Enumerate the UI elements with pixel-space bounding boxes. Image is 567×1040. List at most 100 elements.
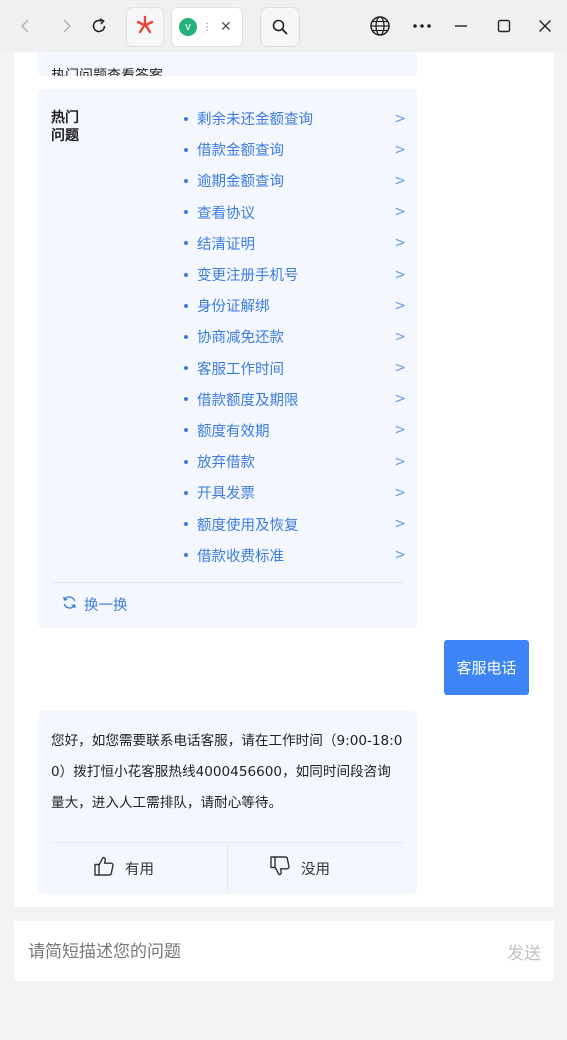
hot-questions-card: 热门问题 剩余未还金额查询 > 借款金额查询 > 逾期金额查询 > 查看协议 > 结清证明 > 变更… bbox=[38, 89, 417, 628]
thumbs-up-icon bbox=[93, 855, 125, 881]
composer-bar: 发送 bbox=[14, 921, 554, 983]
chevron-right-icon: > bbox=[394, 110, 406, 127]
browser-toolbar: v ⋮ ✕ bbox=[0, 0, 567, 52]
app-tab[interactable] bbox=[126, 7, 164, 47]
refresh-button[interactable]: 换一换 bbox=[62, 594, 128, 615]
chevron-right-icon: > bbox=[394, 141, 406, 158]
send-button[interactable]: 发送 bbox=[507, 921, 541, 981]
bullet-icon bbox=[184, 522, 188, 527]
hot-question-item[interactable]: 额度使用及恢复 > bbox=[184, 508, 406, 539]
divider bbox=[227, 842, 228, 894]
tab-favicon: v bbox=[179, 18, 197, 36]
browser-window: v ⋮ ✕ 热门问题查看答案。 热门问题 剩余未还金额查询 > 借款金额查询 > bbox=[0, 0, 567, 1040]
back-icon[interactable] bbox=[10, 10, 42, 42]
previous-bot-message: 热门问题查看答案。 bbox=[38, 52, 417, 76]
hot-question-item[interactable]: 借款金额查询 > bbox=[184, 134, 406, 165]
hot-question-label: 开具发票 bbox=[197, 486, 255, 503]
bullet-icon bbox=[184, 116, 188, 121]
hot-question-label: 借款金额查询 bbox=[197, 143, 284, 160]
divider bbox=[51, 582, 404, 583]
bullet-icon bbox=[184, 147, 188, 152]
hot-question-label: 额度使用及恢复 bbox=[197, 517, 299, 534]
hot-question-label: 借款额度及期限 bbox=[197, 392, 299, 409]
chevron-right-icon: > bbox=[394, 204, 406, 221]
bullet-icon bbox=[184, 459, 188, 464]
hot-question-item[interactable]: 结清证明 > bbox=[184, 228, 406, 259]
search-icon[interactable] bbox=[260, 7, 300, 47]
hot-question-item[interactable]: 开具发票 > bbox=[184, 477, 406, 508]
app-logo-icon bbox=[135, 15, 155, 39]
bullet-icon bbox=[184, 553, 188, 558]
bullet-icon bbox=[184, 210, 188, 215]
hot-question-label: 协商减免还款 bbox=[197, 330, 284, 347]
reply-text: 您好，如您需要联系电话客服，请在工作时间（9:00-18:00）拨打恒小花客服热… bbox=[51, 733, 403, 811]
hot-question-label: 放弃借款 bbox=[197, 455, 255, 472]
hot-question-item[interactable]: 借款收费标准 > bbox=[184, 540, 406, 571]
chevron-right-icon: > bbox=[394, 422, 406, 439]
bullet-icon bbox=[184, 334, 188, 339]
minimize-icon[interactable] bbox=[445, 10, 477, 42]
chevron-right-icon: > bbox=[394, 391, 406, 408]
previous-message-text: 热门问题查看答案。 bbox=[51, 68, 177, 76]
bullet-icon bbox=[184, 272, 188, 277]
hot-question-item[interactable]: 逾期金额查询 > bbox=[184, 165, 406, 196]
globe-icon[interactable] bbox=[364, 10, 396, 42]
useless-button[interactable]: 没用 bbox=[269, 842, 330, 894]
reload-icon[interactable] bbox=[83, 10, 115, 42]
more-icon[interactable] bbox=[406, 10, 438, 42]
chevron-right-icon: > bbox=[394, 297, 406, 314]
hot-question-item[interactable]: 查看协议 > bbox=[184, 197, 406, 228]
chevron-right-icon: > bbox=[394, 547, 406, 564]
bullet-icon bbox=[184, 241, 188, 246]
bullet-icon bbox=[184, 428, 188, 433]
hot-question-item[interactable]: 放弃借款 > bbox=[184, 446, 406, 477]
maximize-icon[interactable] bbox=[488, 10, 520, 42]
bot-reply-card: 您好，如您需要联系电话客服，请在工作时间（9:00-18:00）拨打恒小花客服热… bbox=[38, 711, 417, 894]
forward-icon[interactable] bbox=[50, 10, 82, 42]
hot-question-label: 查看协议 bbox=[197, 205, 255, 222]
thumbs-down-icon bbox=[269, 855, 301, 881]
useful-label: 有用 bbox=[125, 861, 154, 878]
hot-question-label: 逾期金额查询 bbox=[197, 174, 284, 191]
chevron-right-icon: > bbox=[394, 484, 406, 501]
hot-questions-label: 热门问题 bbox=[51, 110, 79, 144]
chevron-right-icon: > bbox=[394, 172, 406, 189]
message-input[interactable] bbox=[26, 921, 470, 983]
hot-question-label: 变更注册手机号 bbox=[197, 268, 299, 285]
hot-question-item[interactable]: 变更注册手机号 > bbox=[184, 259, 406, 290]
hot-question-label: 身份证解绑 bbox=[197, 299, 270, 316]
hot-question-item[interactable]: 协商减免还款 > bbox=[184, 321, 406, 352]
hot-question-item[interactable]: 额度有效期 > bbox=[184, 415, 406, 446]
hot-question-item[interactable]: 借款额度及期限 > bbox=[184, 384, 406, 415]
hot-question-item[interactable]: 身份证解绑 > bbox=[184, 290, 406, 321]
close-window-icon[interactable] bbox=[529, 10, 561, 42]
chevron-right-icon: > bbox=[394, 360, 406, 377]
chevron-right-icon: > bbox=[394, 453, 406, 470]
bullet-icon bbox=[184, 303, 188, 308]
bullet-icon bbox=[184, 490, 188, 495]
useful-button[interactable]: 有用 bbox=[93, 842, 154, 894]
refresh-label: 换一换 bbox=[84, 598, 128, 614]
user-message-bubble[interactable]: 客服电话 bbox=[444, 640, 529, 695]
bullet-icon bbox=[184, 397, 188, 402]
refresh-icon bbox=[62, 595, 84, 614]
bullet-icon bbox=[184, 178, 188, 183]
chevron-right-icon: > bbox=[394, 235, 406, 252]
hot-question-label: 结清证明 bbox=[197, 236, 255, 253]
bullet-icon bbox=[184, 366, 188, 371]
chat-page: 热门问题查看答案。 热门问题 剩余未还金额查询 > 借款金额查询 > 逾期金额查询 > 查看… bbox=[14, 52, 554, 907]
chevron-right-icon: > bbox=[394, 328, 406, 345]
active-tab[interactable]: v ⋮ ✕ bbox=[171, 7, 243, 47]
hot-question-label: 借款收费标准 bbox=[197, 548, 284, 565]
tab-title: ⋮ bbox=[202, 21, 212, 33]
hot-question-label: 剩余未还金额查询 bbox=[197, 112, 313, 129]
hot-question-item[interactable]: 客服工作时间 > bbox=[184, 353, 406, 384]
useless-label: 没用 bbox=[301, 861, 330, 878]
hot-question-label: 客服工作时间 bbox=[197, 361, 284, 378]
hot-question-label: 额度有效期 bbox=[197, 423, 270, 440]
hot-question-item[interactable]: 剩余未还金额查询 > bbox=[184, 103, 406, 134]
chevron-right-icon: > bbox=[394, 266, 406, 283]
hot-questions-list: 剩余未还金额查询 > 借款金额查询 > 逾期金额查询 > 查看协议 > 结清证明 > 变更注册手机号… bbox=[184, 103, 406, 571]
tab-close-icon[interactable]: ✕ bbox=[220, 19, 232, 35]
chevron-right-icon: > bbox=[394, 516, 406, 533]
